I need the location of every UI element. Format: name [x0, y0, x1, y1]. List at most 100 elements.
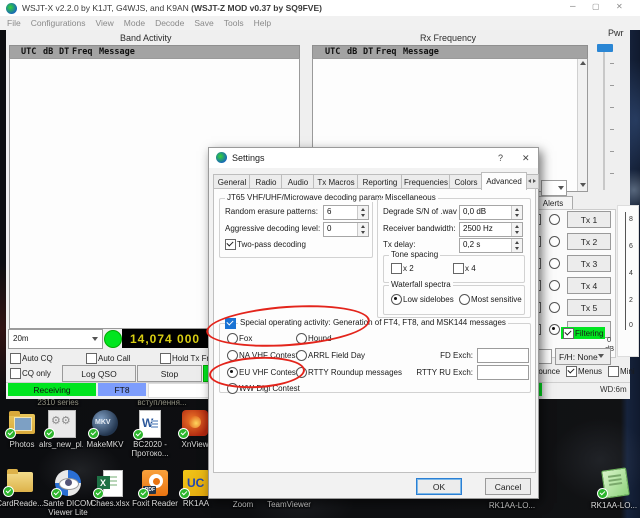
rtty-ru-exch-field[interactable]: [477, 365, 529, 380]
tx6-radio[interactable]: [549, 324, 560, 335]
desktop-screen: { "glyphs": {"minimize":"–","maximize":"…: [0, 0, 640, 518]
x2-checkbox[interactable]: [391, 263, 402, 274]
tab-scroll-arrows[interactable]: [526, 174, 539, 189]
dialog-close-icon[interactable]: ✕: [522, 153, 530, 164]
tab-advanced[interactable]: Advanced: [481, 172, 527, 190]
tx4-radio[interactable]: [549, 280, 560, 291]
auto-cq-checkbox[interactable]: [10, 353, 21, 364]
menus-checkbox[interactable]: [566, 366, 577, 377]
scale-tick: 2: [629, 297, 633, 304]
rk1aa-uc-icon[interactable]: UC: [183, 470, 209, 496]
stop-button[interactable]: Stop: [137, 365, 202, 382]
tx-delay-spinner[interactable]: 0,2 s: [459, 238, 523, 253]
chevron-down-icon: [558, 186, 564, 190]
minimize-icon[interactable]: –: [570, 1, 576, 12]
desktop-icon-label[interactable]: TeamViewer: [261, 500, 317, 509]
x2-label: x 2: [403, 264, 414, 274]
scroll-up-icon[interactable]: [580, 61, 586, 65]
filtering-checkbox[interactable]: [563, 328, 574, 339]
foxit-reader-icon[interactable]: PDF: [142, 470, 168, 496]
desktop-icon-label[interactable]: RK1AA-LO...: [586, 501, 640, 510]
bandwidth-spinner[interactable]: 2500 Hz: [459, 222, 523, 237]
desktop-icon-label[interactable]: MakeMKV: [83, 440, 127, 449]
x4-checkbox[interactable]: [453, 263, 464, 274]
tab-scroll-right-icon: [533, 179, 536, 183]
scale-panel: [617, 205, 639, 357]
jt65-group-title: JT65 VHF/UHF/Microwave decoding paramete…: [225, 193, 402, 202]
desktop-label-partial[interactable]: 2310 series: [20, 398, 96, 407]
desktop-icon-label[interactable]: Photos: [0, 440, 44, 449]
most-sensitive-radio[interactable]: [459, 294, 470, 305]
hold-tx-checkbox[interactable]: [160, 353, 171, 364]
rk1aa-log-notepad-icon[interactable]: [601, 468, 628, 496]
fd-exch-field[interactable]: [477, 348, 529, 363]
aggressive-level-spinner[interactable]: 0: [323, 222, 369, 237]
menu-file[interactable]: File: [2, 16, 26, 30]
folder-photos-icon[interactable]: [9, 412, 35, 436]
low-sidelobes-radio[interactable]: [391, 294, 402, 305]
desktop-icon-label[interactable]: Viewer Lite: [40, 508, 96, 517]
menu-tools[interactable]: Tools: [219, 16, 249, 30]
auto-call-label: Auto Call: [98, 354, 130, 364]
tx2-radio[interactable]: [549, 236, 560, 247]
desktop-icon-label[interactable]: Протоко...: [128, 449, 172, 458]
dialog-help-icon[interactable]: ?: [498, 153, 503, 164]
makemkv-icon[interactable]: MKV: [92, 410, 118, 436]
cancel-button[interactable]: Cancel: [485, 478, 531, 495]
sync-check-icon: [597, 488, 608, 499]
word-doc-icon[interactable]: W: [137, 410, 161, 437]
wsjtx-title-bar[interactable]: WSJT-X v2.2.0 by K1JT, G4WJS, and K9AN (…: [0, 0, 640, 16]
sync-check-icon: [179, 488, 190, 499]
tab-scroll-left-icon: [528, 179, 531, 183]
tab-alerts[interactable]: Alerts: [533, 196, 573, 210]
scroll-down-icon[interactable]: [580, 183, 586, 187]
tx2-button[interactable]: Tx 2: [567, 233, 611, 250]
auto-call-checkbox[interactable]: [86, 353, 97, 364]
tx3-radio[interactable]: [549, 258, 560, 269]
log-qso-button[interactable]: Log QSO: [62, 365, 136, 382]
mini-checkbox[interactable]: [608, 366, 619, 377]
desktop-icon-label[interactable]: RK1AA-LO...: [484, 501, 540, 510]
two-pass-checkbox[interactable]: [225, 239, 236, 250]
dialog-title: Settings: [232, 153, 265, 164]
tx5-button[interactable]: Tx 5: [567, 299, 611, 316]
degrade-spinner[interactable]: 0,0 dB: [459, 205, 523, 220]
menu-view[interactable]: View: [91, 16, 119, 30]
sync-check-icon: [3, 486, 14, 497]
scale-axis[interactable]: [625, 212, 626, 330]
pwr-slider-handle[interactable]: [597, 44, 613, 52]
bandwidth-label: Receiver bandwidth:: [383, 224, 455, 234]
rtty-ru-exch-label: RTTY RU Exch:: [377, 368, 473, 378]
band-combo[interactable]: 20m: [8, 329, 103, 349]
tx3-button[interactable]: Tx 3: [567, 255, 611, 272]
tx5-radio[interactable]: [549, 302, 560, 313]
dialog-title-bar[interactable]: Settings ? ✕: [209, 148, 538, 168]
close-icon[interactable]: ✕: [616, 2, 623, 11]
desktop-label-partial[interactable]: вступлення...: [124, 398, 200, 407]
xnview-icon[interactable]: [182, 410, 208, 436]
chevron-down-icon: [92, 337, 98, 341]
excel-file-icon[interactable]: X: [97, 470, 123, 496]
pwr-slider-track[interactable]: [603, 44, 605, 190]
scrollbar[interactable]: [577, 59, 587, 191]
menu-configurations[interactable]: Configurations: [26, 16, 91, 30]
menu-mode[interactable]: Mode: [119, 16, 150, 30]
gears-app-icon[interactable]: ⚙⚙: [48, 410, 74, 436]
combo-fragment[interactable]: [541, 180, 567, 196]
tx4-button[interactable]: Tx 4: [567, 277, 611, 294]
sante-dicom-icon[interactable]: [55, 470, 81, 496]
ok-button[interactable]: OK: [416, 478, 462, 495]
sync-check-icon: [88, 428, 99, 439]
cq-only-checkbox[interactable]: [10, 368, 21, 379]
desktop-icon-label[interactable]: alrs_new_pl...: [39, 440, 83, 449]
desktop-icon-label[interactable]: BC2020 -: [128, 440, 172, 449]
folder-cardreader-icon[interactable]: [7, 470, 33, 494]
tx1-radio[interactable]: [549, 214, 560, 225]
maximize-icon[interactable]: ▢: [592, 2, 600, 11]
tx1-button[interactable]: Tx 1: [567, 211, 611, 228]
menu-help[interactable]: Help: [249, 16, 276, 30]
arrl-field-day-radio[interactable]: [296, 350, 307, 361]
random-erasure-spinner[interactable]: 6: [323, 205, 369, 220]
menu-decode[interactable]: Decode: [150, 16, 189, 30]
menu-save[interactable]: Save: [189, 16, 218, 30]
